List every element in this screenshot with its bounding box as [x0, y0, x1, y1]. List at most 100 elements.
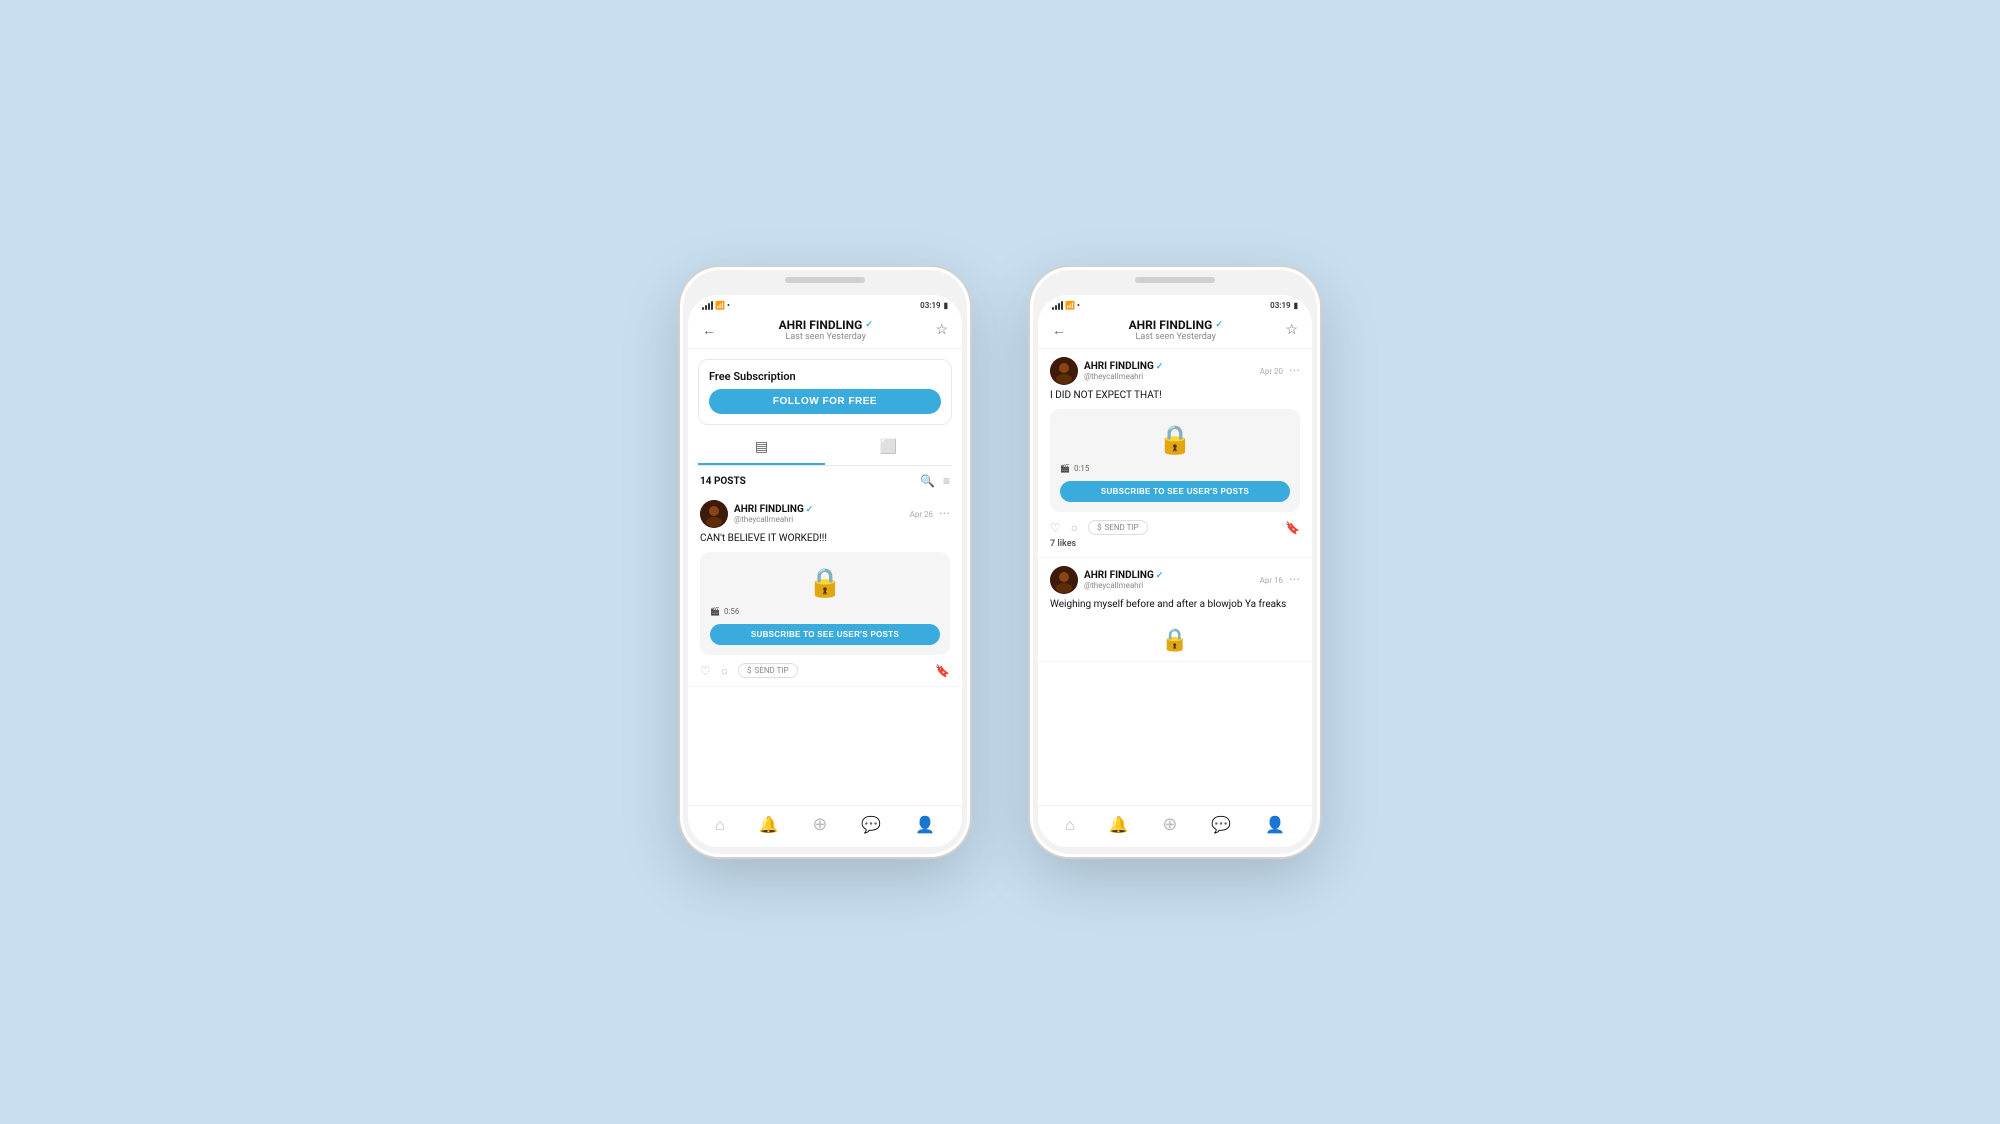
- nav-profile-2[interactable]: 👤: [1265, 815, 1285, 834]
- comment-icon-1[interactable]: ○: [721, 664, 728, 678]
- post-verified-2a: ✓: [1156, 362, 1164, 372]
- video-icon-1: 🎬: [710, 607, 720, 616]
- locked-content-1: 🔒 🎬 0:56 SUBSCRIBE TO SEE USER'S POSTS: [700, 552, 950, 655]
- nav-profile-1[interactable]: 👤: [915, 815, 935, 834]
- nav-home-2[interactable]: ⌂: [1065, 815, 1075, 835]
- phone-notch-1: [785, 277, 865, 283]
- post-actions-1: ♡ ○ $ SEND TIP 🔖: [700, 661, 950, 682]
- videos-tab-icon: ⬜: [880, 439, 897, 455]
- post-more-1[interactable]: ···: [939, 506, 950, 522]
- dollar-icon-1: $: [747, 666, 752, 675]
- posts-actions: 🔍 ≡: [920, 474, 950, 488]
- follow-button[interactable]: FOLLOW FOR FREE: [709, 389, 941, 414]
- avatar-1: [700, 500, 728, 528]
- star-button-2[interactable]: ☆: [1285, 322, 1298, 338]
- comment-icon-2a[interactable]: ○: [1071, 521, 1078, 535]
- nav-chat-1[interactable]: 💬: [861, 815, 881, 834]
- posts-count: 14 POSTS: [700, 476, 746, 487]
- post-verified-1: ✓: [806, 505, 814, 515]
- search-icon[interactable]: 🔍: [920, 474, 935, 488]
- nav-bell-2[interactable]: 🔔: [1109, 815, 1129, 834]
- tabs-row: ▤ ⬜: [698, 431, 952, 466]
- nav-home-1[interactable]: ⌂: [715, 815, 725, 835]
- post-more-2a[interactable]: ···: [1289, 363, 1300, 379]
- phone-screen-1: 📶 • 03:19 ▮ ← AHRI FINDLING ✓ Last seen …: [688, 295, 962, 847]
- bluetooth-icon-2: •: [1077, 301, 1080, 310]
- post-username-2b: @theycallmeahri: [1084, 581, 1254, 590]
- subscription-title: Free Subscription: [709, 370, 941, 383]
- post-item-2a: AHRI FINDLING ✓ @theycallmeahri Apr 20 ·…: [1038, 349, 1312, 558]
- screen-content-1: Free Subscription FOLLOW FOR FREE ▤ ⬜ 14…: [688, 349, 962, 805]
- battery-icon-2: ▮: [1294, 301, 1298, 310]
- post-item-1: AHRI FINDLING ✓ @theycallmeahri Apr 26 ·…: [688, 492, 962, 687]
- avatar-2b: [1050, 566, 1078, 594]
- wifi-icon: 📶: [715, 301, 725, 310]
- bookmark-icon-2a[interactable]: 🔖: [1285, 521, 1300, 535]
- signal-icon: [702, 301, 713, 310]
- header-2: ← AHRI FINDLING ✓ Last seen Yesterday ☆: [1038, 312, 1312, 349]
- header-name-1: AHRI FINDLING ✓: [716, 318, 935, 332]
- locked-icon-2b: 🔒: [1050, 618, 1300, 657]
- time-display-1: 03:19: [920, 301, 940, 310]
- status-bar-2: 📶 • 03:19 ▮: [1038, 295, 1312, 312]
- header-1: ← AHRI FINDLING ✓ Last seen Yesterday ☆: [688, 312, 962, 349]
- time-display-2: 03:19: [1270, 301, 1290, 310]
- posts-tab-icon: ▤: [755, 439, 768, 455]
- back-button-2[interactable]: ←: [1052, 322, 1066, 339]
- post-author-2b: AHRI FINDLING ✓: [1084, 570, 1254, 581]
- nav-plus-1[interactable]: ⊕: [812, 814, 827, 835]
- screen-content-2: AHRI FINDLING ✓ @theycallmeahri Apr 20 ·…: [1038, 349, 1312, 805]
- phone-notch-2: [1135, 277, 1215, 283]
- post-meta-2b: AHRI FINDLING ✓ @theycallmeahri: [1084, 570, 1254, 590]
- subscription-card: Free Subscription FOLLOW FOR FREE: [698, 359, 952, 425]
- bottom-nav-2: ⌂ 🔔 ⊕ 💬 👤: [1038, 805, 1312, 847]
- header-name-2: AHRI FINDLING ✓: [1066, 318, 1285, 332]
- post-date-2b: Apr 16: [1260, 576, 1283, 585]
- locked-content-2a: 🔒 🎬 0:15 SUBSCRIBE TO SEE USER'S POSTS: [1050, 409, 1300, 512]
- subscribe-button-1[interactable]: SUBSCRIBE TO SEE USER'S POSTS: [710, 624, 940, 645]
- battery-icon-1: ▮: [944, 301, 948, 310]
- video-duration-1: 🎬 0:56: [710, 607, 739, 616]
- like-icon-2a[interactable]: ♡: [1050, 521, 1061, 535]
- phone-1: 📶 • 03:19 ▮ ← AHRI FINDLING ✓ Last seen …: [680, 267, 970, 857]
- nav-bell-1[interactable]: 🔔: [759, 815, 779, 834]
- post-header-2b: AHRI FINDLING ✓ @theycallmeahri Apr 16 ·…: [1050, 566, 1300, 594]
- back-button-1[interactable]: ←: [702, 322, 716, 339]
- post-verified-2b: ✓: [1156, 571, 1164, 581]
- post-header-1: AHRI FINDLING ✓ @theycallmeahri Apr 26 ·…: [700, 500, 950, 528]
- send-tip-button-2a[interactable]: $ SEND TIP: [1088, 520, 1148, 535]
- like-icon-1[interactable]: ♡: [700, 664, 711, 678]
- video-icon-2a: 🎬: [1060, 464, 1070, 473]
- star-button-1[interactable]: ☆: [935, 322, 948, 338]
- post-text-2b: Weighing myself before and after a blowj…: [1050, 598, 1300, 612]
- bluetooth-icon: •: [727, 301, 730, 310]
- nav-chat-2[interactable]: 💬: [1211, 815, 1231, 834]
- header-center-2: AHRI FINDLING ✓ Last seen Yesterday: [1066, 318, 1285, 342]
- post-author-2a: AHRI FINDLING ✓: [1084, 361, 1254, 372]
- filter-icon[interactable]: ≡: [943, 474, 950, 488]
- phone-2: 📶 • 03:19 ▮ ← AHRI FINDLING ✓ Last seen …: [1030, 267, 1320, 857]
- video-duration-2a: 🎬 0:15: [1060, 464, 1089, 473]
- tab-posts[interactable]: ▤: [698, 431, 825, 465]
- post-more-2b[interactable]: ···: [1289, 572, 1300, 588]
- post-date-2a: Apr 20: [1260, 367, 1283, 376]
- post-meta-2a: AHRI FINDLING ✓ @theycallmeahri: [1084, 361, 1254, 381]
- avatar-2a: [1050, 357, 1078, 385]
- status-left-1: 📶 •: [702, 301, 730, 310]
- post-item-2b: AHRI FINDLING ✓ @theycallmeahri Apr 16 ·…: [1038, 558, 1312, 662]
- header-center-1: AHRI FINDLING ✓ Last seen Yesterday: [716, 318, 935, 342]
- bookmark-icon-1[interactable]: 🔖: [935, 664, 950, 678]
- signal-icon-2: [1052, 301, 1063, 310]
- verified-badge-2: ✓: [1215, 320, 1223, 330]
- post-text-1: CAN't BELIEVE IT WORKED!!!: [700, 532, 950, 546]
- status-right-2: 03:19 ▮: [1270, 301, 1298, 310]
- send-tip-button-1[interactable]: $ SEND TIP: [738, 663, 798, 678]
- post-text-2a: I DID NOT EXPECT THAT!: [1050, 389, 1300, 403]
- tab-videos[interactable]: ⬜: [825, 431, 952, 465]
- bottom-nav-1: ⌂ 🔔 ⊕ 💬 👤: [688, 805, 962, 847]
- status-left-2: 📶 •: [1052, 301, 1080, 310]
- send-tip-label-2a: SEND TIP: [1105, 523, 1139, 532]
- last-seen-1: Last seen Yesterday: [716, 332, 935, 342]
- nav-plus-2[interactable]: ⊕: [1162, 814, 1177, 835]
- subscribe-button-2a[interactable]: SUBSCRIBE TO SEE USER'S POSTS: [1060, 481, 1290, 502]
